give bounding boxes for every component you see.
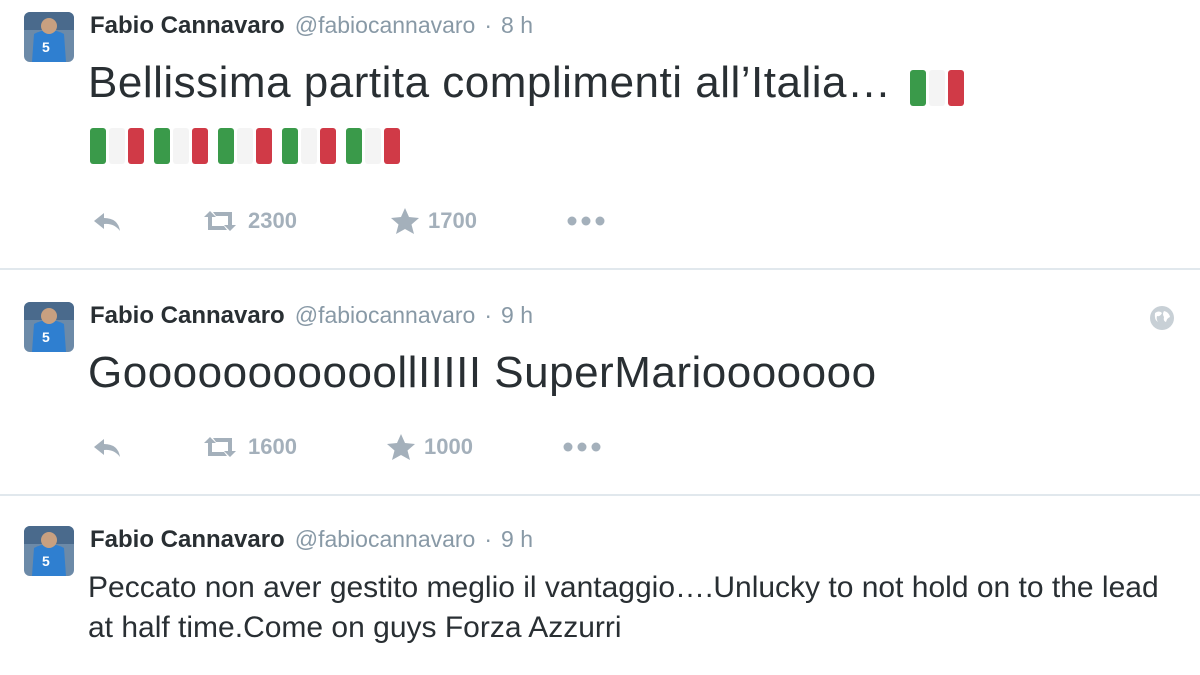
favorite-button[interactable]: 1000	[386, 433, 562, 461]
meta-separator: ·	[484, 526, 493, 552]
tweet-header: Fabio Cannavaro @fabiocannavaro · 9 h	[90, 302, 533, 336]
retweet-icon	[200, 434, 240, 460]
tweet-text: Bellissima partita complimenti all’Itali…	[88, 58, 965, 108]
tweet-timeline: 5 Fabio Cannavaro @fabiocannavaro · 8 h …	[0, 0, 1200, 675]
retweet-count: 2300	[248, 208, 297, 233]
italy-flag-icon	[218, 128, 272, 164]
reply-icon	[90, 209, 124, 233]
retweet-button[interactable]: 2300	[200, 208, 390, 234]
more-button[interactable]	[566, 215, 606, 227]
tweet-1[interactable]: 5 Fabio Cannavaro @fabiocannavaro · 8 h …	[0, 0, 1200, 268]
tweet-text: GooooooooooollIIIII SuperMariooooooo	[88, 348, 877, 397]
more-icon	[562, 441, 602, 453]
star-icon	[390, 207, 420, 235]
svg-text:5: 5	[42, 553, 50, 569]
italy-flag-icon	[90, 128, 144, 164]
meta-separator: ·	[484, 302, 493, 328]
avatar[interactable]: 5	[24, 12, 74, 62]
more-button[interactable]	[562, 441, 602, 453]
svg-text:5: 5	[42, 39, 50, 55]
tweet-text-content: Bellissima partita complimenti all’Itali…	[88, 58, 892, 107]
author-handle[interactable]: @fabiocannavaro	[295, 526, 476, 553]
author-handle[interactable]: @fabiocannavaro	[295, 12, 476, 39]
reply-button[interactable]	[90, 209, 200, 233]
tweet-actions: 1600 1000	[90, 432, 602, 462]
favorite-count: 1000	[424, 434, 473, 459]
tweet-3[interactable]: 5 Fabio Cannavaro @fabiocannavaro · 9 h …	[0, 496, 1200, 675]
italy-flag-icon	[910, 67, 965, 107]
avatar[interactable]: 5	[24, 302, 74, 352]
tweet-2[interactable]: 5 Fabio Cannavaro @fabiocannavaro · 9 h …	[0, 270, 1200, 494]
author-handle[interactable]: @fabiocannavaro	[295, 302, 476, 329]
svg-text:5: 5	[42, 329, 50, 345]
author-name[interactable]: Fabio Cannavaro	[90, 302, 285, 330]
retweet-button[interactable]: 1600	[200, 434, 386, 460]
italy-flag-icon	[154, 128, 208, 164]
avatar[interactable]: 5	[24, 526, 74, 576]
author-name[interactable]: Fabio Cannavaro	[90, 526, 285, 554]
tweet-timestamp[interactable]: 8 h	[501, 12, 533, 39]
more-icon	[566, 215, 606, 227]
tweet-timestamp[interactable]: 9 h	[501, 302, 533, 329]
meta-separator: ·	[484, 12, 493, 38]
flag-emoji-row	[90, 128, 400, 164]
italy-flag-icon	[282, 128, 336, 164]
favorite-button[interactable]: 1700	[390, 207, 566, 235]
author-name[interactable]: Fabio Cannavaro	[90, 12, 285, 40]
reply-icon	[90, 435, 124, 459]
tweet-header: Fabio Cannavaro @fabiocannavaro · 8 h	[90, 12, 533, 46]
tweet-header: Fabio Cannavaro @fabiocannavaro · 9 h	[90, 526, 533, 560]
favorite-count: 1700	[428, 208, 477, 233]
retweet-icon	[200, 208, 240, 234]
italy-flag-icon	[346, 128, 400, 164]
tweet-timestamp[interactable]: 9 h	[501, 526, 533, 553]
tweet-actions: 2300 1700	[90, 206, 606, 236]
tweet-text: Peccato non aver gestito meglio il vanta…	[88, 571, 1159, 644]
star-icon	[386, 433, 416, 461]
retweet-count: 1600	[248, 434, 297, 459]
reply-button[interactable]	[90, 435, 200, 459]
globe-icon[interactable]	[1148, 304, 1176, 332]
